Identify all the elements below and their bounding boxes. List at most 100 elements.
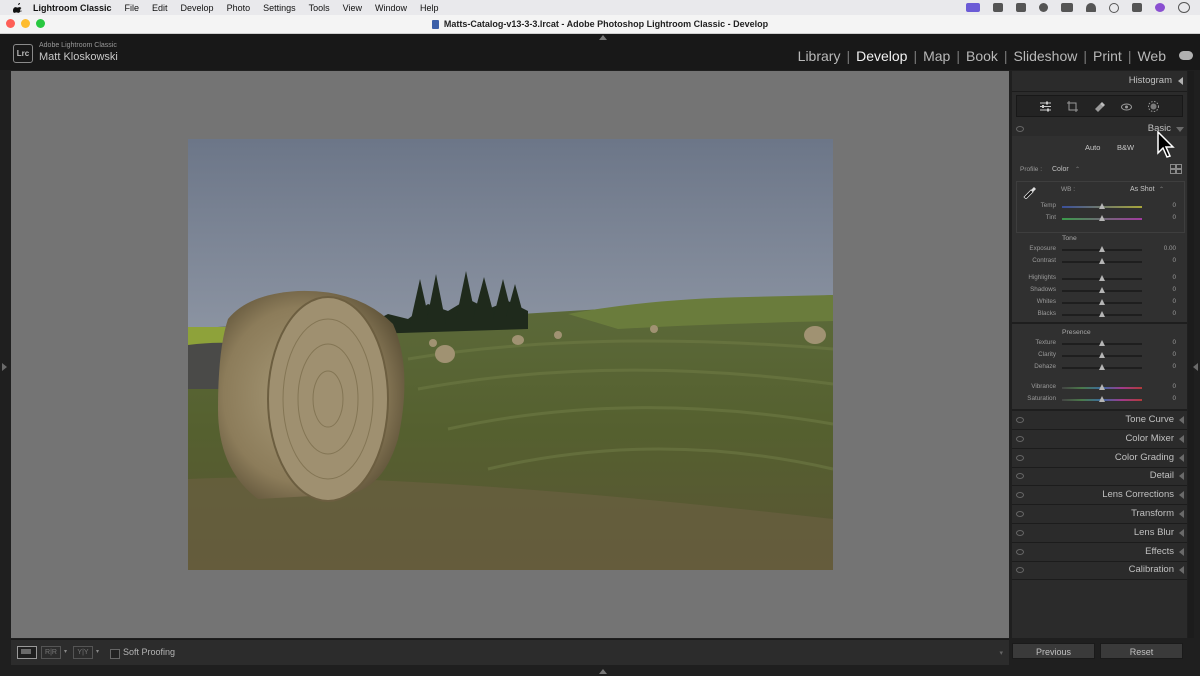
- expand-triangle-icon[interactable]: [1179, 435, 1184, 443]
- visibility-eye-icon[interactable]: [1016, 417, 1024, 423]
- menu-develop[interactable]: Develop: [181, 3, 214, 13]
- slider-thumb[interactable]: [1099, 215, 1105, 221]
- panel-lens-corrections[interactable]: Lens Corrections: [1012, 486, 1187, 505]
- visibility-eye-icon[interactable]: [1016, 530, 1024, 536]
- edit-sliders-icon[interactable]: [1039, 100, 1052, 113]
- menu-tools[interactable]: Tools: [309, 3, 330, 13]
- crop-icon[interactable]: [1066, 100, 1079, 113]
- panel-effects[interactable]: Effects: [1012, 543, 1187, 562]
- menu-settings[interactable]: Settings: [263, 3, 296, 13]
- histogram-collapse-icon[interactable]: [1178, 77, 1183, 85]
- wb-select-arrow[interactable]: ⌃: [1159, 186, 1164, 193]
- notification-icon[interactable]: [1178, 2, 1190, 13]
- right-panel-scrollbar[interactable]: [1188, 71, 1194, 638]
- slider-value[interactable]: 0: [1172, 310, 1176, 317]
- menu-help[interactable]: Help: [420, 3, 439, 13]
- slider-saturation[interactable]: Saturation 0: [1012, 395, 1187, 405]
- slider-thumb[interactable]: [1099, 384, 1105, 390]
- visibility-eye-icon[interactable]: [1016, 511, 1024, 517]
- minimize-window-button[interactable]: [21, 19, 30, 28]
- left-panel-toggle[interactable]: [2, 363, 7, 371]
- play-icon[interactable]: [1039, 3, 1048, 12]
- wb-select[interactable]: As Shot: [1130, 186, 1155, 193]
- slider-thumb[interactable]: [1099, 311, 1105, 317]
- toolbar-menu-icon[interactable]: ▾: [999, 649, 1003, 657]
- slider-texture[interactable]: Texture 0: [1012, 339, 1187, 349]
- wb-eyedropper-icon[interactable]: [1022, 185, 1036, 199]
- expand-triangle-icon[interactable]: [1179, 416, 1184, 424]
- search-icon[interactable]: [1109, 2, 1119, 13]
- slider-contrast[interactable]: Contrast 0: [1012, 257, 1187, 267]
- slider-value[interactable]: 0: [1172, 395, 1176, 402]
- reset-button[interactable]: Reset: [1100, 643, 1183, 659]
- module-develop[interactable]: Develop: [850, 48, 913, 64]
- slider-vibrance[interactable]: Vibrance 0: [1012, 383, 1187, 393]
- battery-icon[interactable]: [1061, 3, 1073, 12]
- slider-value[interactable]: 0: [1172, 383, 1176, 390]
- module-library[interactable]: Library: [792, 48, 847, 64]
- visibility-eye-icon[interactable]: [1016, 455, 1024, 461]
- before-after-split-dropdown[interactable]: ▾: [96, 648, 99, 655]
- slider-value[interactable]: 0: [1172, 351, 1176, 358]
- expand-triangle-icon[interactable]: [1179, 529, 1184, 537]
- slider-thumb[interactable]: [1099, 258, 1105, 264]
- slider-blacks[interactable]: Blacks 0: [1012, 310, 1187, 320]
- masking-icon[interactable]: [1147, 100, 1160, 113]
- top-panel-toggle[interactable]: [599, 35, 607, 40]
- visibility-eye-icon[interactable]: [1016, 492, 1024, 498]
- slider-highlights[interactable]: Highlights 0: [1012, 274, 1187, 284]
- slider-whites[interactable]: Whites 0: [1012, 298, 1187, 308]
- slider-value[interactable]: 0: [1172, 286, 1176, 293]
- profile-browser-icon[interactable]: [1170, 164, 1182, 174]
- menu-window[interactable]: Window: [375, 3, 407, 13]
- slider-value[interactable]: 0: [1172, 274, 1176, 281]
- slider-tint[interactable]: Tint 0: [1012, 214, 1187, 224]
- expand-triangle-icon[interactable]: [1179, 472, 1184, 480]
- soft-proofing-checkbox[interactable]: [110, 649, 120, 659]
- panel-lens-blur[interactable]: Lens Blur: [1012, 524, 1187, 543]
- slider-value[interactable]: 0.00: [1164, 245, 1176, 252]
- slider-temp[interactable]: Temp 0: [1012, 202, 1187, 212]
- slider-thumb[interactable]: [1099, 246, 1105, 252]
- auto-button[interactable]: Auto: [1080, 142, 1105, 154]
- module-slideshow[interactable]: Slideshow: [1008, 48, 1084, 64]
- basic-visibility-icon[interactable]: [1016, 126, 1024, 132]
- screen-record-icon[interactable]: [966, 3, 980, 12]
- visibility-eye-icon[interactable]: [1016, 567, 1024, 573]
- wifi-icon[interactable]: [1086, 3, 1096, 12]
- slider-value[interactable]: 0: [1172, 257, 1176, 264]
- panel-tone-curve[interactable]: Tone Curve: [1012, 411, 1187, 430]
- slider-clarity[interactable]: Clarity 0: [1012, 351, 1187, 361]
- bw-button[interactable]: B&W: [1112, 142, 1139, 154]
- visibility-eye-icon[interactable]: [1016, 436, 1024, 442]
- slider-thumb[interactable]: [1099, 275, 1105, 281]
- slider-thumb[interactable]: [1099, 364, 1105, 370]
- apple-icon[interactable]: [13, 2, 23, 13]
- before-after-split-button[interactable]: Y|Y: [73, 646, 93, 659]
- control-center-icon[interactable]: [1132, 3, 1142, 12]
- visibility-eye-icon[interactable]: [1016, 473, 1024, 479]
- red-eye-icon[interactable]: [1120, 100, 1133, 113]
- close-window-button[interactable]: [6, 19, 15, 28]
- previous-button[interactable]: Previous: [1012, 643, 1095, 659]
- panel-color-grading[interactable]: Color Grading: [1012, 449, 1187, 468]
- slider-thumb[interactable]: [1099, 203, 1105, 209]
- panel-color-mixer[interactable]: Color Mixer: [1012, 430, 1187, 449]
- slider-exposure[interactable]: Exposure 0.00: [1012, 245, 1187, 255]
- menu-view[interactable]: View: [343, 3, 362, 13]
- module-book[interactable]: Book: [960, 48, 1004, 64]
- menu-file[interactable]: File: [125, 3, 140, 13]
- expand-triangle-icon[interactable]: [1179, 548, 1184, 556]
- menu-edit[interactable]: Edit: [152, 3, 168, 13]
- cloud-sync-icon[interactable]: [1179, 51, 1193, 60]
- slider-thumb[interactable]: [1099, 352, 1105, 358]
- creative-cloud-icon[interactable]: [1016, 3, 1026, 12]
- battery-app-icon[interactable]: [993, 3, 1003, 12]
- slider-value[interactable]: 0: [1172, 298, 1176, 305]
- slider-value[interactable]: 0: [1172, 202, 1176, 209]
- panel-transform[interactable]: Transform: [1012, 505, 1187, 524]
- profile-select[interactable]: Color: [1052, 166, 1069, 173]
- module-web[interactable]: Web: [1131, 48, 1172, 64]
- slider-value[interactable]: 0: [1172, 363, 1176, 370]
- histogram-header[interactable]: Histogram: [1012, 71, 1187, 92]
